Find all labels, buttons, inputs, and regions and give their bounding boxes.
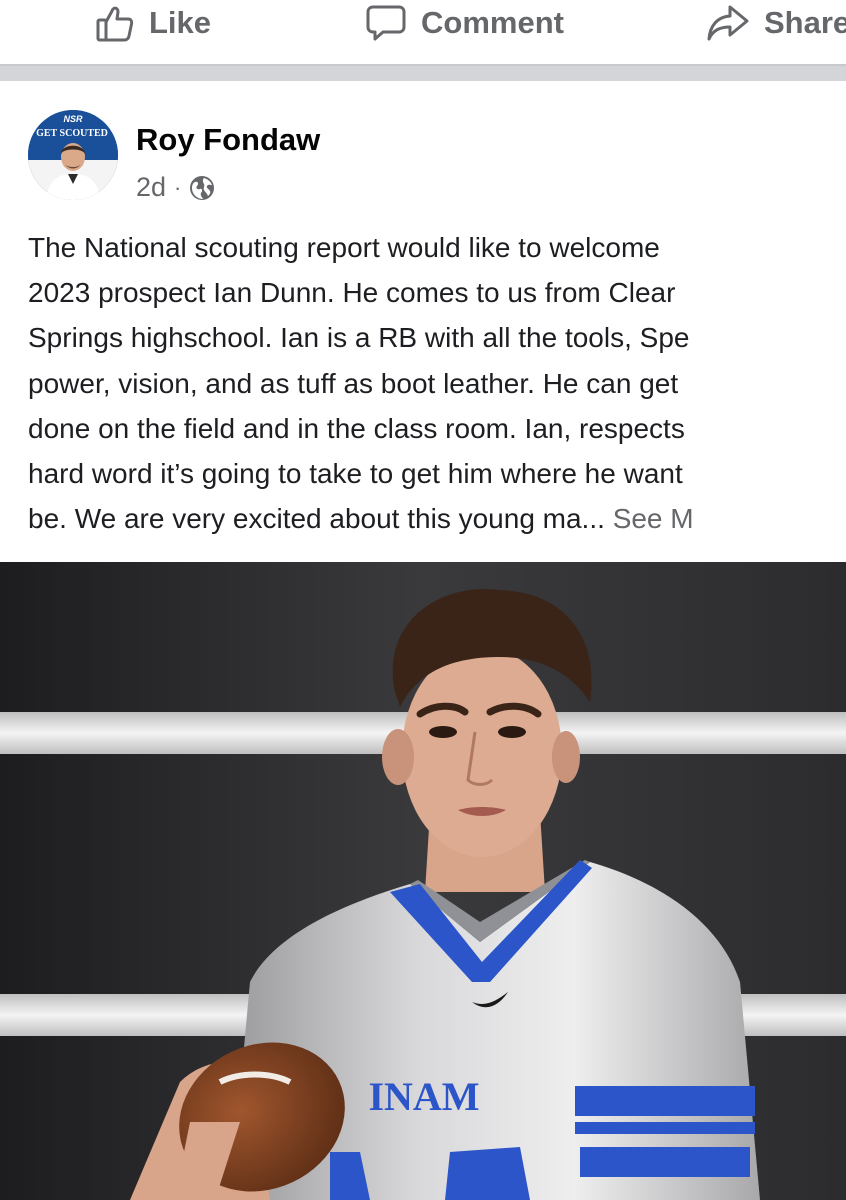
see-more-link[interactable]: See M	[613, 503, 694, 534]
post-text-line: hard word it’s going to take to get him …	[28, 458, 683, 490]
share-button[interactable]: Share	[706, 0, 846, 46]
post-text-last-line: be. We are very excited about this young…	[28, 496, 846, 541]
jersey-text: INAM	[368, 1074, 479, 1119]
post-photo[interactable]: INAM	[0, 562, 846, 1200]
post-body-text: The National scouting report would like …	[28, 225, 846, 541]
post-action-bar: Like Comment Share	[0, 0, 846, 64]
meta-separator: ·	[174, 174, 182, 200]
post-timestamp[interactable]: 2d	[136, 172, 166, 203]
like-label: Like	[149, 5, 212, 40]
author-avatar[interactable]: NSR GET SCOUTED	[28, 110, 118, 200]
avatar-logo-text: NSR	[63, 114, 83, 124]
feed-divider	[0, 64, 846, 81]
post-text-line: The National scouting report would like …	[28, 232, 660, 263]
facebook-post-screen: Like Comment Share NSR GET SCOUTED Roy F…	[0, 0, 846, 1200]
share-label: Share	[764, 5, 846, 40]
author-name[interactable]: Roy Fondaw	[136, 122, 320, 158]
thumbs-up-icon	[95, 3, 135, 43]
post-text-line: Springs highschool. Ian is a RB with all…	[28, 322, 690, 354]
avatar-banner-text: GET SCOUTED	[36, 128, 108, 139]
post-text-line: 2023 prospect Ian Dunn. He comes to us f…	[28, 277, 676, 309]
comment-bubble-icon	[365, 3, 407, 43]
comment-label: Comment	[421, 5, 564, 40]
comment-button[interactable]: Comment	[365, 0, 564, 46]
post-text-line: power, vision, and as tuff as boot leath…	[28, 367, 679, 399]
post-text-line: done on the field and in the class room.…	[28, 412, 685, 444]
like-button[interactable]: Like	[95, 0, 211, 46]
share-arrow-icon	[706, 3, 750, 43]
globe-icon[interactable]	[189, 175, 215, 201]
post-text-line: be. We are very excited about this young…	[28, 503, 605, 535]
post-meta: 2d ·	[136, 172, 215, 203]
